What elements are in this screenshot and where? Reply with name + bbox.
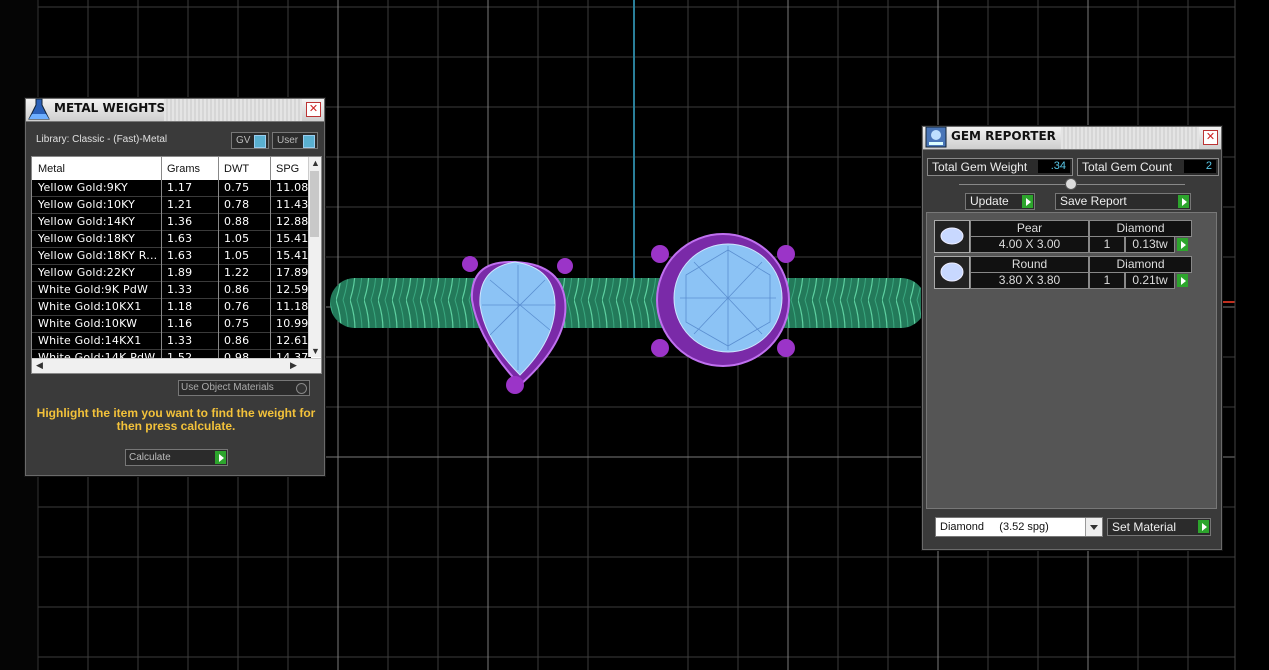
- metal-weights-panel: METAL WEIGHTS ✕ Library: Classic - (Fast…: [25, 98, 325, 476]
- calculate-button[interactable]: Calculate: [125, 449, 228, 466]
- gem-report-logo-icon: [925, 126, 947, 148]
- scroll-left-icon[interactable]: ◀: [36, 360, 43, 371]
- flask-logo-icon: [28, 98, 50, 120]
- gem-quantity: 1: [1089, 272, 1125, 289]
- play-arrow-icon[interactable]: [1177, 238, 1188, 251]
- pear-gem-icon: [940, 227, 964, 245]
- update-button[interactable]: Update: [965, 193, 1035, 210]
- gem-material: Diamond: [1089, 256, 1192, 273]
- twisted-band: [330, 278, 926, 328]
- metal-weights-title: METAL WEIGHTS: [54, 101, 166, 115]
- play-arrow-icon: [1178, 195, 1189, 208]
- gem-reporter-panel: GEM REPORTER ✕ Total Gem Weight .34 Tota…: [922, 126, 1222, 550]
- gem-shape: Round: [970, 256, 1089, 273]
- gem-reporter-titlebar[interactable]: GEM REPORTER ✕: [923, 126, 1221, 150]
- play-arrow-icon: [1198, 520, 1209, 533]
- gem-material: Diamond: [1089, 220, 1192, 237]
- scroll-right-icon[interactable]: ▶: [290, 360, 297, 371]
- close-icon[interactable]: ✕: [306, 102, 321, 117]
- library-label: Library: Classic - (Fast)-Metal: [36, 134, 168, 145]
- scroll-down-icon[interactable]: ▼: [311, 346, 320, 356]
- user-toggle[interactable]: User: [272, 132, 318, 149]
- gem-size: 3.80 X 3.80: [970, 272, 1089, 289]
- column-metal[interactable]: Metal: [38, 163, 65, 175]
- list-item[interactable]: Pear Diamond 4.00 X 3.00 1 0.13tw: [934, 220, 1192, 253]
- column-grams[interactable]: Grams: [167, 163, 200, 175]
- gem-size: 4.00 X 3.00: [970, 236, 1089, 253]
- gem-weight: 0.13tw: [1125, 236, 1175, 253]
- gem-quantity: 1: [1089, 236, 1125, 253]
- horizontal-scrollbar[interactable]: ◀ ▶: [32, 358, 321, 373]
- play-arrow-icon: [215, 451, 226, 464]
- total-gem-weight-value: .34: [1038, 160, 1070, 173]
- chevron-down-icon[interactable]: [1085, 518, 1102, 536]
- metal-table[interactable]: Metal Grams DWT SPG Yellow Gold:9KY 1.17 0…: [31, 156, 322, 374]
- set-material-button[interactable]: Set Material: [1107, 518, 1211, 536]
- total-gem-count: Total Gem Count 2: [1077, 158, 1219, 176]
- play-arrow-icon[interactable]: [1177, 274, 1188, 287]
- total-gem-weight: Total Gem Weight .34: [927, 158, 1073, 176]
- scroll-up-icon[interactable]: ▲: [311, 158, 320, 168]
- gem-weight: 0.21tw: [1125, 272, 1175, 289]
- pear-setting: [462, 256, 573, 394]
- scroll-thumb[interactable]: [310, 171, 319, 237]
- play-arrow-icon: [1022, 195, 1033, 208]
- save-report-button[interactable]: Save Report: [1055, 193, 1191, 210]
- gv-toggle[interactable]: GV: [231, 132, 269, 149]
- column-dwt[interactable]: DWT: [224, 163, 249, 175]
- round-setting: [651, 233, 795, 367]
- instruction-text: Highlight the item you want to find the …: [36, 406, 316, 433]
- gem-list: Pear Diamond 4.00 X 3.00 1 0.13tw Round …: [926, 212, 1217, 509]
- material-select[interactable]: Diamond (3.52 spg): [935, 517, 1103, 537]
- use-object-materials-toggle[interactable]: Use Object Materials: [178, 380, 310, 396]
- gem-shape: Pear: [970, 220, 1089, 237]
- vertical-scrollbar[interactable]: ▲ ▼: [308, 157, 321, 357]
- total-gem-count-value: 2: [1184, 160, 1216, 173]
- slider-handle[interactable]: [1065, 178, 1077, 190]
- list-item[interactable]: Round Diamond 3.80 X 3.80 1 0.21tw: [934, 256, 1192, 289]
- round-gem-icon: [940, 262, 964, 282]
- gem-reporter-title: GEM REPORTER: [951, 129, 1056, 143]
- pear-gem-thumbnail: [934, 220, 970, 253]
- metal-weights-titlebar[interactable]: METAL WEIGHTS ✕: [26, 98, 324, 122]
- column-spg[interactable]: SPG: [276, 163, 299, 175]
- round-gem-thumbnail: [934, 256, 970, 289]
- close-icon[interactable]: ✕: [1203, 130, 1218, 145]
